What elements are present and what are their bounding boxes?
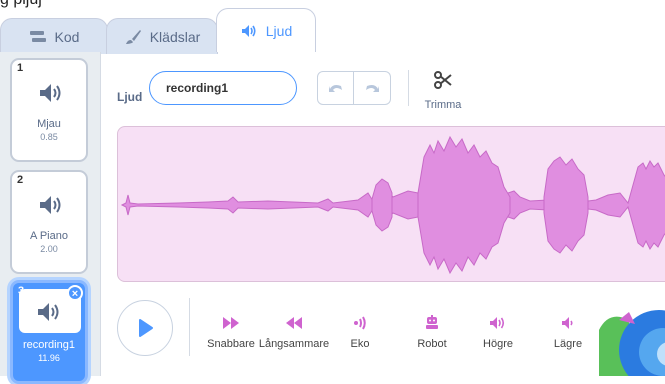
choose-sound-button[interactable]: [599, 290, 665, 376]
faster-icon: [223, 317, 239, 329]
toolbar-divider: [408, 70, 409, 106]
undo-redo-group: [317, 71, 391, 105]
sound-number: 1: [17, 62, 24, 74]
sound-name-input[interactable]: [149, 71, 297, 105]
effect-label: Lägre: [553, 338, 583, 350]
slower-icon: [286, 317, 302, 329]
sound-item-recording1[interactable]: 3 × recording1 11.96: [10, 280, 88, 384]
paintbrush-icon: [125, 29, 141, 44]
redo-button[interactable]: [354, 71, 391, 105]
sound-name: recording1: [23, 339, 75, 351]
speaker-icon: [38, 303, 59, 321]
sound-number: 2: [17, 174, 24, 186]
effect-label: Högre: [483, 338, 513, 350]
tab-costumes-label: Klädslar: [149, 28, 201, 45]
sound-editor: Ljud Trimma: [101, 52, 665, 376]
speaker-icon: [40, 196, 61, 214]
sound-number: 3: [18, 285, 25, 297]
effect-robot-button[interactable]: Robot: [395, 314, 469, 350]
effect-echo-button[interactable]: Eko: [323, 314, 397, 350]
speaker-icon: [241, 24, 256, 37]
sound-name-label: Ljud: [117, 90, 143, 104]
trim-label: Trimma: [424, 99, 462, 111]
effect-slower-button[interactable]: Långsammare: [257, 314, 331, 350]
trim-button[interactable]: Trimma: [420, 70, 466, 111]
tab-code-label: Kod: [54, 28, 80, 45]
undo-button[interactable]: [317, 71, 354, 105]
sound-item-mjau[interactable]: 1 Mjau 0.85: [10, 58, 88, 162]
effect-label: Eko: [350, 338, 370, 350]
code-blocks-icon: [29, 30, 46, 42]
waveform-graph: [120, 135, 665, 275]
redo-icon: [366, 85, 379, 92]
effect-softer-button[interactable]: Lägre: [531, 314, 605, 350]
effects-divider: [189, 298, 190, 356]
editor-tabs: Kod Klädslar Ljud: [0, 8, 665, 54]
play-button[interactable]: [117, 300, 173, 356]
scissors-icon: [434, 71, 452, 89]
sound-duration: 11.96: [38, 353, 60, 363]
tab-code[interactable]: Kod: [0, 18, 108, 54]
undo-icon: [328, 85, 342, 92]
echo-icon: [354, 316, 366, 330]
waveform-burst-3: [371, 178, 393, 232]
sound-name: Mjau: [37, 118, 61, 130]
sound-duration: 2.00: [40, 244, 58, 254]
waveform-burst-2: [543, 156, 589, 254]
sound-item-a-piano[interactable]: 2 A Piano 2.00: [10, 170, 88, 274]
speaker-icon: [40, 84, 61, 102]
sound-list: 1 Mjau 0.85 2 A Piano 2.00 3 × recording…: [0, 52, 101, 384]
effect-louder-button[interactable]: Högre: [461, 314, 535, 350]
sound-name: A Piano: [30, 230, 68, 242]
tab-sounds-label: Ljud: [265, 22, 293, 39]
robot-icon: [426, 315, 438, 329]
softer-icon: [562, 317, 573, 329]
effect-label: Långsammare: [258, 338, 330, 350]
sound-duration: 0.85: [40, 132, 58, 142]
louder-icon: [490, 317, 505, 329]
tab-costumes[interactable]: Klädslar: [106, 18, 218, 54]
tab-sounds[interactable]: Ljud: [216, 8, 316, 52]
play-icon: [139, 319, 153, 337]
effect-label: Robot: [417, 338, 447, 350]
delete-sound-button[interactable]: ×: [67, 285, 83, 301]
waveform-burst: [417, 135, 511, 275]
sound-waveform[interactable]: [117, 126, 665, 282]
